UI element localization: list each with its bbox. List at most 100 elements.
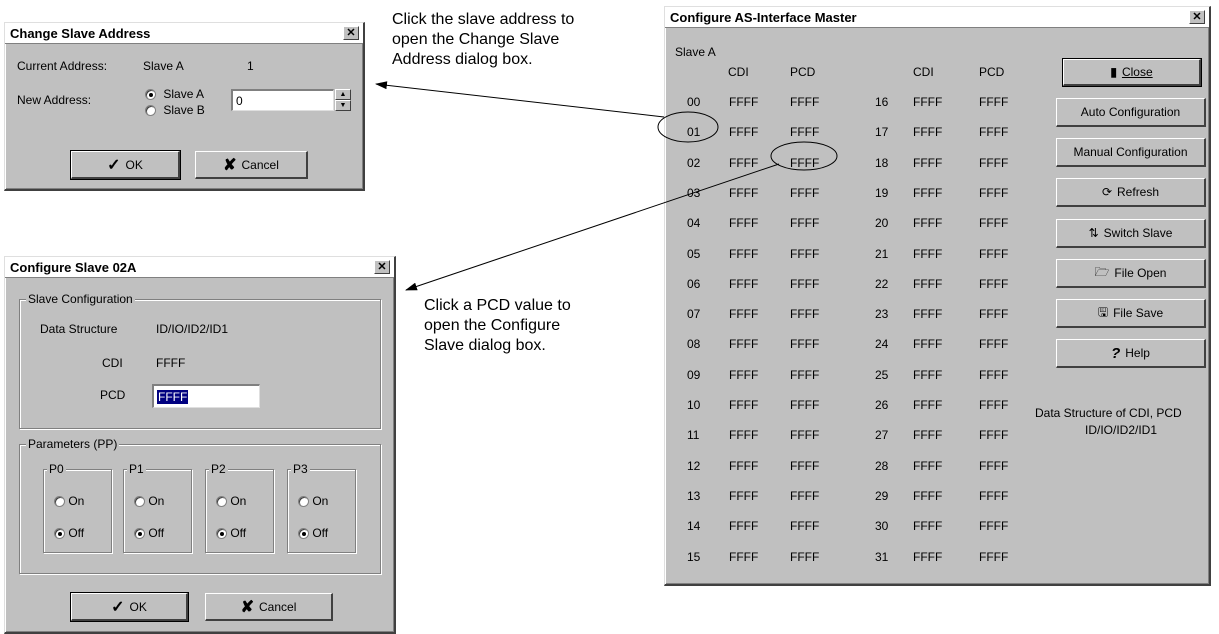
slave-address[interactable]: 00 bbox=[687, 95, 700, 109]
pcd-field[interactable]: FFFF bbox=[152, 384, 260, 408]
cdi-value[interactable]: FFFF bbox=[913, 550, 942, 564]
pcd-value[interactable]: FFFF bbox=[979, 216, 1008, 230]
ok-button[interactable]: ✓ OK bbox=[70, 150, 181, 180]
slave-address[interactable]: 22 bbox=[875, 277, 888, 291]
pcd-value[interactable]: FFFF bbox=[790, 125, 819, 139]
cdi-value[interactable]: FFFF bbox=[729, 489, 758, 503]
slave-address[interactable]: 20 bbox=[875, 216, 888, 230]
radio-off[interactable]: Off bbox=[134, 526, 164, 540]
slave-address[interactable]: 13 bbox=[687, 489, 700, 503]
pcd-value[interactable]: FFFF bbox=[979, 307, 1008, 321]
cdi-value[interactable]: FFFF bbox=[729, 277, 758, 291]
cdi-value[interactable]: FFFF bbox=[729, 125, 758, 139]
file-save-button[interactable]: 🖫 File Save bbox=[1056, 299, 1206, 328]
slave-address[interactable]: 06 bbox=[687, 277, 700, 291]
slave-address[interactable]: 09 bbox=[687, 368, 700, 382]
cdi-value[interactable]: FFFF bbox=[913, 337, 942, 351]
cdi-value[interactable]: FFFF bbox=[913, 247, 942, 261]
radio-on[interactable]: On bbox=[298, 494, 328, 508]
slave-address[interactable]: 07 bbox=[687, 307, 700, 321]
spin-down-icon[interactable]: ▼ bbox=[335, 100, 351, 111]
slave-address[interactable]: 17 bbox=[875, 125, 888, 139]
cancel-button[interactable]: ✘ Cancel bbox=[195, 151, 308, 179]
slave-address[interactable]: 01 bbox=[687, 125, 700, 139]
cdi-value[interactable]: FFFF bbox=[729, 307, 758, 321]
pcd-value[interactable]: FFFF bbox=[790, 428, 819, 442]
pcd-value[interactable]: FFFF bbox=[979, 95, 1008, 109]
new-address-spinner[interactable]: ▲ ▼ bbox=[335, 89, 351, 111]
slave-address[interactable]: 21 bbox=[875, 247, 888, 261]
pcd-value[interactable]: FFFF bbox=[790, 337, 819, 351]
radio-on[interactable]: On bbox=[54, 494, 84, 508]
spin-up-icon[interactable]: ▲ bbox=[335, 89, 351, 100]
pcd-value[interactable]: FFFF bbox=[979, 398, 1008, 412]
manual-configuration-button[interactable]: Manual Configuration bbox=[1056, 138, 1206, 167]
pcd-value[interactable]: FFFF bbox=[979, 125, 1008, 139]
ok-button[interactable]: ✓ OK bbox=[70, 592, 189, 622]
pcd-value[interactable]: FFFF bbox=[979, 550, 1008, 564]
close-button[interactable]: ▮ Close bbox=[1062, 58, 1202, 87]
slave-address[interactable]: 25 bbox=[875, 368, 888, 382]
pcd-value[interactable]: FFFF bbox=[979, 337, 1008, 351]
cdi-value[interactable]: FFFF bbox=[729, 459, 758, 473]
cdi-value[interactable]: FFFF bbox=[913, 186, 942, 200]
pcd-value[interactable]: FFFF bbox=[790, 216, 819, 230]
cdi-value[interactable]: FFFF bbox=[913, 398, 942, 412]
pcd-value[interactable]: FFFF bbox=[979, 459, 1008, 473]
slave-address[interactable]: 24 bbox=[875, 337, 888, 351]
pcd-value[interactable]: FFFF bbox=[979, 519, 1008, 533]
close-icon[interactable]: ✕ bbox=[1189, 10, 1205, 24]
pcd-value[interactable]: FFFF bbox=[790, 277, 819, 291]
cdi-value[interactable]: FFFF bbox=[729, 247, 758, 261]
new-address-field[interactable]: 0 bbox=[231, 89, 334, 111]
pcd-value[interactable]: FFFF bbox=[979, 428, 1008, 442]
cdi-value[interactable]: FFFF bbox=[729, 398, 758, 412]
auto-configuration-button[interactable]: Auto Configuration bbox=[1056, 98, 1206, 127]
pcd-value[interactable]: FFFF bbox=[979, 489, 1008, 503]
switch-slave-button[interactable]: ⇅ Switch Slave bbox=[1056, 219, 1206, 248]
slave-address[interactable]: 26 bbox=[875, 398, 888, 412]
refresh-button[interactable]: ⟳ Refresh bbox=[1056, 178, 1206, 207]
slave-address[interactable]: 29 bbox=[875, 489, 888, 503]
cdi-value[interactable]: FFFF bbox=[913, 459, 942, 473]
pcd-value[interactable]: FFFF bbox=[790, 459, 819, 473]
cdi-value[interactable]: FFFF bbox=[729, 216, 758, 230]
pcd-value[interactable]: FFFF bbox=[790, 368, 819, 382]
cdi-value[interactable]: FFFF bbox=[729, 95, 758, 109]
cdi-value[interactable]: FFFF bbox=[913, 519, 942, 533]
radio-off[interactable]: Off bbox=[54, 526, 84, 540]
slave-address[interactable]: 16 bbox=[875, 95, 888, 109]
cdi-value[interactable]: FFFF bbox=[913, 428, 942, 442]
slave-address[interactable]: 05 bbox=[687, 247, 700, 261]
cdi-value[interactable]: FFFF bbox=[729, 368, 758, 382]
slave-address[interactable]: 18 bbox=[875, 156, 888, 170]
slave-address[interactable]: 12 bbox=[687, 459, 700, 473]
slave-address[interactable]: 10 bbox=[687, 398, 700, 412]
pcd-value[interactable]: FFFF bbox=[790, 247, 819, 261]
slave-address[interactable]: 23 bbox=[875, 307, 888, 321]
file-open-button[interactable]: 🗁 File Open bbox=[1056, 259, 1206, 288]
cdi-value[interactable]: FFFF bbox=[913, 125, 942, 139]
pcd-value[interactable]: FFFF bbox=[979, 186, 1008, 200]
pcd-value[interactable]: FFFF bbox=[790, 186, 819, 200]
pcd-value[interactable]: FFFF bbox=[790, 519, 819, 533]
radio-on[interactable]: On bbox=[134, 494, 164, 508]
pcd-value[interactable]: FFFF bbox=[790, 95, 819, 109]
slave-address[interactable]: 04 bbox=[687, 216, 700, 230]
cdi-value[interactable]: FFFF bbox=[913, 156, 942, 170]
slave-address[interactable]: 19 bbox=[875, 186, 888, 200]
radio-slave-b[interactable]: Slave B bbox=[145, 103, 205, 117]
cdi-value[interactable]: FFFF bbox=[729, 428, 758, 442]
pcd-value[interactable]: FFFF bbox=[979, 247, 1008, 261]
radio-off[interactable]: Off bbox=[216, 526, 246, 540]
cdi-value[interactable]: FFFF bbox=[913, 95, 942, 109]
cancel-button[interactable]: ✘ Cancel bbox=[205, 593, 333, 621]
pcd-value[interactable]: FFFF bbox=[790, 156, 819, 170]
cdi-value[interactable]: FFFF bbox=[729, 186, 758, 200]
pcd-value[interactable]: FFFF bbox=[790, 398, 819, 412]
slave-address[interactable]: 11 bbox=[687, 428, 699, 442]
radio-on[interactable]: On bbox=[216, 494, 246, 508]
slave-address[interactable]: 31 bbox=[875, 550, 888, 564]
slave-address[interactable]: 02 bbox=[687, 156, 700, 170]
radio-off[interactable]: Off bbox=[298, 526, 328, 540]
